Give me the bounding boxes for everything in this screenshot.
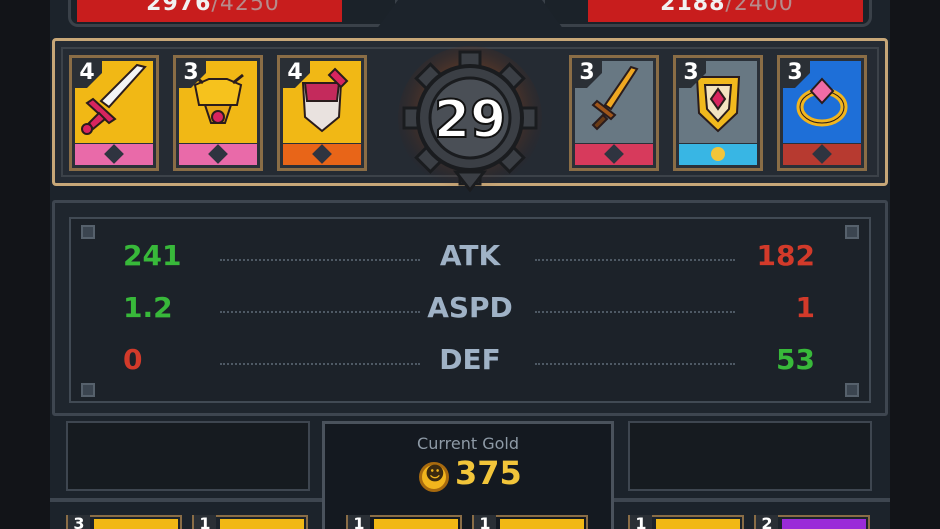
enemy-item-slot-2[interactable]: 3 bbox=[673, 55, 763, 171]
item-type-band bbox=[679, 144, 757, 165]
mini-icon bbox=[812, 144, 832, 164]
shop-slot-art bbox=[220, 519, 304, 529]
shop-slot-1[interactable]: 3 bbox=[66, 515, 182, 529]
panel-corner bbox=[81, 225, 95, 239]
mini-icon bbox=[604, 144, 624, 164]
enemy-item-slot-1[interactable]: 3 bbox=[569, 55, 659, 171]
mini-icon bbox=[104, 144, 124, 164]
shop-slot-level: 2 bbox=[756, 515, 778, 529]
panel-corner bbox=[845, 383, 859, 397]
player-hp-bar: 2976/4250 bbox=[68, 0, 398, 27]
mini-icon bbox=[208, 144, 228, 164]
player-hp-text: 2976/4250 bbox=[146, 0, 280, 16]
player-item-slot-1[interactable]: 4 bbox=[69, 55, 159, 171]
shop-slot-art bbox=[94, 519, 178, 529]
shop-slot-art bbox=[656, 519, 740, 529]
player-item-slot-3[interactable]: 4 bbox=[277, 55, 367, 171]
stat-row-atk: 241 ATK 182 bbox=[55, 239, 885, 279]
gold-panel: Current Gold 375 bbox=[322, 421, 614, 529]
gold-amount: 375 bbox=[455, 454, 522, 492]
shop-slot-level: 1 bbox=[194, 515, 216, 529]
shop-slot-level: 3 bbox=[68, 515, 90, 529]
stat-row-def: 0 DEF 53 bbox=[55, 343, 885, 383]
player-item-slot-2[interactable]: 3 bbox=[173, 55, 263, 171]
panel-corner bbox=[81, 383, 95, 397]
item-type-band bbox=[75, 144, 153, 165]
shop-slot-level: 1 bbox=[474, 515, 496, 529]
mini-icon bbox=[312, 144, 332, 164]
coin-icon bbox=[419, 462, 449, 492]
item-type-band bbox=[283, 144, 361, 165]
stat-name-def: DEF bbox=[439, 343, 501, 376]
stat-row-aspd: 1.2 ASPD 1 bbox=[55, 291, 885, 331]
gold-label: Current Gold bbox=[417, 434, 519, 453]
dotted-leader bbox=[535, 363, 735, 365]
dotted-leader bbox=[535, 311, 735, 313]
enemy-aspd: 1 bbox=[795, 291, 815, 324]
shop-slot-art bbox=[782, 519, 866, 529]
shop-slot-3[interactable]: 1 bbox=[346, 515, 462, 529]
enemy-def: 53 bbox=[776, 343, 815, 376]
item-type-band bbox=[575, 144, 653, 165]
round-number: 29 bbox=[433, 89, 507, 151]
right-info-box bbox=[628, 421, 872, 491]
right-margin bbox=[890, 0, 940, 529]
shop-slot-art bbox=[500, 519, 584, 529]
shop-slot-5[interactable]: 1 bbox=[628, 515, 744, 529]
left-info-box bbox=[66, 421, 310, 491]
enemy-item-slot-3[interactable]: 3 bbox=[777, 55, 867, 171]
stat-name-aspd: ASPD bbox=[427, 291, 513, 324]
shop-slot-2[interactable]: 1 bbox=[192, 515, 308, 529]
shop-slot-level: 1 bbox=[348, 515, 370, 529]
dotted-leader bbox=[535, 259, 735, 261]
shop-slot-4[interactable]: 1 bbox=[472, 515, 588, 529]
item-type-band bbox=[179, 144, 257, 165]
shop-slot-art bbox=[374, 519, 458, 529]
panel-corner bbox=[845, 225, 859, 239]
enemy-hp-text: 2188/2400 bbox=[660, 0, 794, 16]
shop-slot-level: 1 bbox=[630, 515, 652, 529]
left-margin bbox=[0, 0, 50, 529]
round-counter: 29 bbox=[397, 38, 543, 214]
enemy-atk: 182 bbox=[756, 239, 815, 272]
enemy-hp-bar: 2188/2400 bbox=[542, 0, 872, 27]
item-type-band bbox=[783, 144, 861, 165]
mini-icon bbox=[711, 147, 725, 161]
shop-slot-6[interactable]: 2 bbox=[754, 515, 870, 529]
stats-panel: 241 ATK 182 1.2 ASPD 1 0 DEF 53 bbox=[52, 200, 888, 416]
